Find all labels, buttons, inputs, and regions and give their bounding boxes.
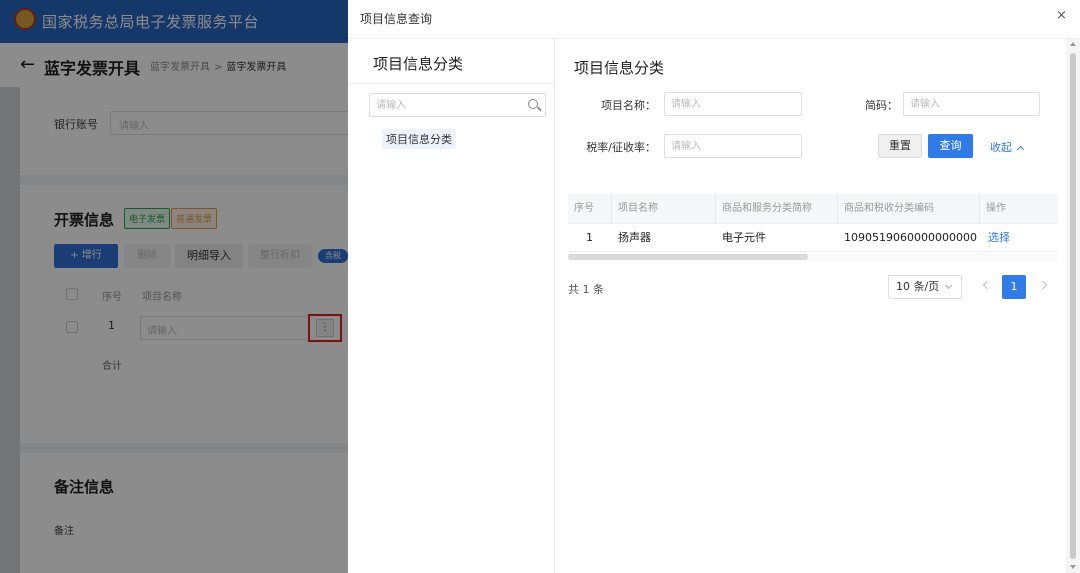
- page-number-current[interactable]: 1: [1002, 275, 1026, 299]
- scroll-up-icon[interactable]: [1070, 42, 1076, 46]
- cell-item-name: 扬声器: [618, 231, 651, 244]
- search-icon[interactable]: [528, 99, 538, 109]
- table-horizontal-scrollbar[interactable]: [568, 253, 1058, 261]
- short-code-input[interactable]: [904, 93, 1039, 115]
- item-name-label: 项目名称：: [601, 99, 656, 112]
- item-name-search-input[interactable]: [665, 93, 801, 115]
- tax-rate-field[interactable]: [664, 134, 802, 158]
- tree-search-input[interactable]: [376, 97, 516, 113]
- table-header: 序号 项目名称 商品和服务分类简称 商品和税收分类编码 操作: [568, 194, 1058, 224]
- tax-rate-label: 税率/征收率：: [586, 141, 656, 154]
- tree-node-item-category[interactable]: 项目信息分类: [382, 129, 456, 149]
- item-query-dialog: 项目信息查询 × 项目信息分类 项目信息分类 项目信息分类 项目名称： 简码： …: [348, 0, 1080, 573]
- th-tax-code: 商品和税收分类编码: [838, 194, 980, 224]
- th-item-name: 项目名称: [612, 194, 716, 224]
- th-action: 操作: [986, 203, 1006, 214]
- page-size-value: 10 条/页: [896, 280, 940, 293]
- collapse-toggle[interactable]: 收起: [990, 139, 1025, 155]
- dialog-title: 项目信息查询: [360, 12, 433, 26]
- chevron-up-icon: [1016, 145, 1025, 154]
- scrollbar-thumb[interactable]: [568, 254, 808, 260]
- scrollbar-thumb[interactable]: [1070, 53, 1076, 559]
- category-tree-pane: 项目信息分类 项目信息分类: [348, 39, 555, 573]
- cell-category-short: 电子元件: [722, 231, 766, 244]
- close-icon[interactable]: ×: [1056, 8, 1067, 23]
- next-page-icon[interactable]: [1038, 280, 1048, 290]
- cell-tax-code: 1090519060000000000: [844, 231, 977, 244]
- total-count: 共 1 条: [568, 283, 604, 296]
- prev-page-icon[interactable]: [982, 280, 992, 290]
- short-code-label: 简码：: [865, 99, 898, 112]
- cell-seq: 1: [586, 231, 593, 244]
- table-row[interactable]: 1 扬声器 电子元件 1090519060000000000 选择: [568, 224, 1058, 252]
- dialog-vertical-scrollbar[interactable]: [1066, 39, 1080, 573]
- item-search-pane: 项目信息分类 项目名称： 简码： 税率/征收率： 重置 查询 收起 序号 项目名…: [556, 39, 1066, 573]
- select-link[interactable]: 选择: [982, 224, 1010, 252]
- tree-title: 项目信息分类: [373, 55, 464, 73]
- chevron-down-icon: [944, 281, 953, 290]
- item-name-field[interactable]: [664, 92, 802, 116]
- th-category-short: 商品和服务分类简称: [716, 194, 838, 224]
- page-size-select[interactable]: 10 条/页: [888, 275, 962, 299]
- reset-button[interactable]: 重置: [878, 134, 922, 158]
- th-seq: 序号: [568, 194, 612, 224]
- collapse-label: 收起: [990, 141, 1012, 154]
- tree-divider: [348, 83, 555, 84]
- short-code-field[interactable]: [903, 92, 1040, 116]
- panel-title: 项目信息分类: [574, 59, 665, 77]
- tree-search-box[interactable]: [369, 93, 546, 117]
- scroll-down-icon[interactable]: [1070, 565, 1076, 569]
- tax-rate-input[interactable]: [665, 135, 801, 157]
- query-button[interactable]: 查询: [928, 134, 973, 158]
